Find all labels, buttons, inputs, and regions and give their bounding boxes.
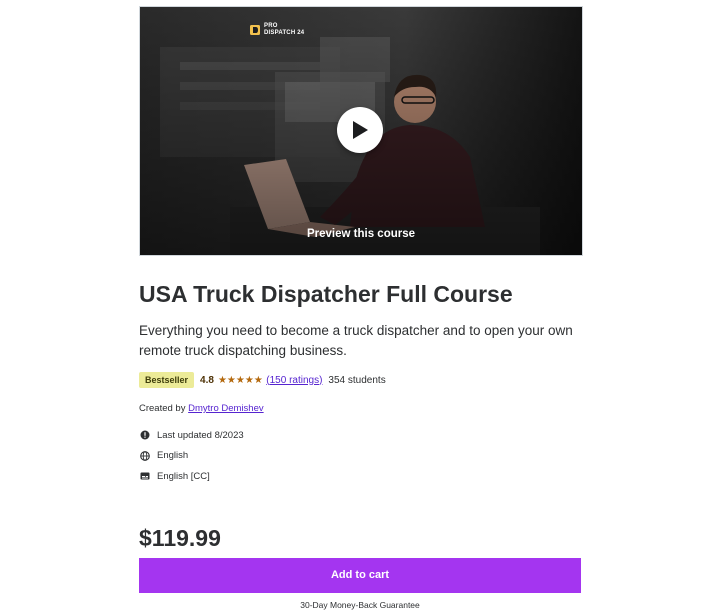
play-button[interactable] xyxy=(337,107,383,153)
star-icon: ★ xyxy=(235,374,245,386)
brand-line-2: DISPATCH 24 xyxy=(264,30,305,36)
instructor-link[interactable]: Dmytro Demishev xyxy=(188,403,264,414)
star-rating: ★ ★ ★ ★ ★ xyxy=(217,374,263,386)
language-text: English xyxy=(157,450,189,462)
last-updated-text: Last updated 8/2023 xyxy=(157,429,244,441)
money-back-guarantee: 30-Day Money-Back Guarantee xyxy=(300,599,420,610)
preview-label[interactable]: Preview this course xyxy=(140,228,582,240)
rating-row: Bestseller 4.8 ★ ★ ★ ★ ★ (150 ratings) 3… xyxy=(139,372,581,388)
brand-logo: PRO DISPATCH 24 xyxy=(250,23,304,37)
meta-last-updated: Last updated 8/2023 xyxy=(139,425,581,446)
course-meta: Last updated 8/2023 English English [CC] xyxy=(139,425,581,487)
bestseller-badge: Bestseller xyxy=(139,372,195,388)
captions-text: English [CC] xyxy=(157,470,210,482)
created-by: Created by Dmytro Demishev xyxy=(139,403,581,414)
course-title: USA Truck Dispatcher Full Course xyxy=(139,281,513,307)
brand-logo-mark xyxy=(250,25,260,35)
star-icon: ★ xyxy=(226,374,236,386)
play-icon xyxy=(353,121,368,139)
rating-value: 4.8 xyxy=(200,374,214,386)
course-preview-video[interactable]: PRO DISPATCH 24 Preview this course xyxy=(139,6,583,256)
meta-captions: English [CC] xyxy=(139,466,581,487)
meta-language: English xyxy=(139,446,581,467)
course-subtitle: Everything you need to become a truck di… xyxy=(139,323,573,358)
brand-line-1: PRO xyxy=(264,23,278,29)
ratings-link[interactable]: (150 ratings) xyxy=(266,375,322,386)
captions-icon xyxy=(140,471,150,481)
star-icon: ★ xyxy=(253,374,263,386)
globe-icon xyxy=(140,450,150,461)
course-sidebar: PRO DISPATCH 24 Preview this course USA … xyxy=(139,6,583,610)
course-price: $119.99 xyxy=(139,524,221,551)
add-to-cart-button[interactable]: Add to cart xyxy=(139,557,581,593)
star-icon: ★ xyxy=(244,374,254,386)
student-count: 354 students xyxy=(328,374,386,386)
created-by-label: Created by xyxy=(139,403,186,414)
star-icon: ★ xyxy=(217,374,227,386)
alert-icon xyxy=(140,430,150,440)
